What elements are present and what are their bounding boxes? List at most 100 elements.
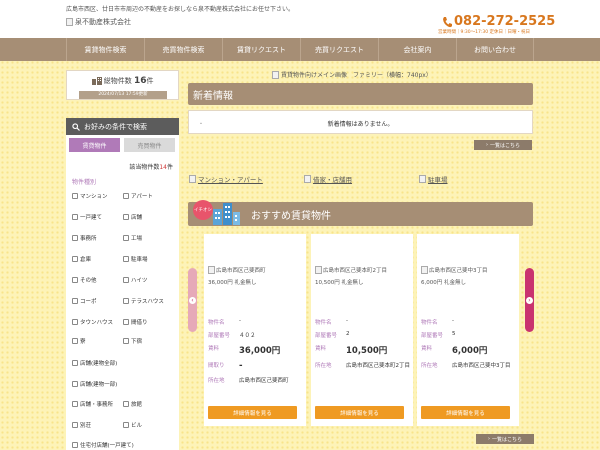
checkbox-label: タウンハウス xyxy=(80,320,114,326)
checkbox-town-house[interactable]: タウンハウス xyxy=(72,318,113,326)
checkbox-box[interactable] xyxy=(123,401,129,407)
checkbox-apartment[interactable]: アパート xyxy=(123,192,153,200)
detail-button[interactable]: 詳細情報を見る xyxy=(208,406,297,419)
value-rent: 10,500円 xyxy=(346,346,388,356)
logo[interactable]: 泉不動産株式会社 xyxy=(66,17,131,27)
checkbox-box[interactable] xyxy=(72,338,78,344)
checkbox-villa[interactable]: 別荘 xyxy=(72,421,91,429)
card-image[interactable]: 広島市西区己斐西町 xyxy=(208,266,266,274)
label-layout: 間取り xyxy=(208,363,225,369)
label-room: 部屋番号 xyxy=(421,333,444,339)
recommend-more-button[interactable]: › 一覧はこちら xyxy=(476,434,534,444)
checkbox-box[interactable] xyxy=(72,422,78,428)
checkbox-box[interactable] xyxy=(72,319,78,325)
value-name: - xyxy=(452,318,454,324)
link-mansion-apartment[interactable]: マンション・アパート xyxy=(189,174,263,184)
checkbox-box[interactable] xyxy=(72,442,78,448)
checkbox-box[interactable] xyxy=(72,214,78,220)
checkbox-label: コーポ xyxy=(80,299,97,305)
checkbox-factory[interactable]: 工場 xyxy=(123,234,142,242)
nav-rent-search[interactable]: 賃貸物件検索 xyxy=(66,38,144,61)
link-parking[interactable]: 駐車場 xyxy=(419,174,448,184)
value-room: 5 xyxy=(452,331,456,337)
checkbox-shop-part[interactable]: 店舗(建物一部) xyxy=(72,380,117,388)
checkbox-room-rent[interactable]: 間借り xyxy=(123,318,148,326)
label-rent: 賃料 xyxy=(315,346,327,352)
tab-rent[interactable]: 賃貸物件 xyxy=(69,138,120,152)
checkbox-warehouse[interactable]: 倉庫 xyxy=(72,255,91,263)
checkbox-box[interactable] xyxy=(72,235,78,241)
checkbox-box[interactable] xyxy=(123,235,129,241)
checkbox-office[interactable]: 事務所 xyxy=(72,234,97,242)
checkbox-box[interactable] xyxy=(72,360,78,366)
checkbox-corpo[interactable]: コーポ xyxy=(72,297,97,305)
label-name: 物件名 xyxy=(208,320,225,326)
checkbox-house-shop[interactable]: 住宅付店舗(一戸建て) xyxy=(72,441,134,449)
nav-contact[interactable]: お問い合わせ xyxy=(456,38,534,61)
card-image[interactable]: 広島市西区己斐本町2丁目 xyxy=(315,266,387,274)
chevron-right-icon: › xyxy=(485,142,488,148)
checkbox-box[interactable] xyxy=(123,298,129,304)
checkbox-box[interactable] xyxy=(123,277,129,283)
checkbox-inn[interactable]: 旅館 xyxy=(123,400,142,408)
value-name: - xyxy=(239,318,241,324)
card-subtitle: 6,000円 礼金無し xyxy=(421,280,466,286)
search-icon xyxy=(72,122,80,131)
checkbox-other[interactable]: その他 xyxy=(72,276,97,284)
checkbox-shop[interactable]: 店舗 xyxy=(123,213,142,221)
checkbox-mansion[interactable]: マンション xyxy=(72,192,108,200)
value-layout: - xyxy=(239,361,243,371)
checkbox-box[interactable] xyxy=(72,381,78,387)
card-image[interactable]: 広島市西区己斐中3丁目 xyxy=(421,266,488,274)
checkbox-box[interactable] xyxy=(72,277,78,283)
card-image-alt: 広島市西区己斐中3丁目 xyxy=(429,268,488,274)
detail-button[interactable]: 詳細情報を見る xyxy=(315,406,404,419)
checkbox-shop-office[interactable]: 店舗・事務所 xyxy=(72,400,113,408)
carousel-prev-button[interactable]: ‹ xyxy=(188,268,197,332)
catlink-label: 借家・店舗用 xyxy=(313,176,352,184)
checkbox-parking[interactable]: 駐車場 xyxy=(123,255,148,263)
detail-button[interactable]: 詳細情報を見る xyxy=(421,406,510,419)
value-address: 広島市西区己斐西町 xyxy=(239,378,289,384)
checkbox-label: 店舗 xyxy=(131,215,143,221)
checkbox-box[interactable] xyxy=(72,401,78,407)
checkbox-box[interactable] xyxy=(123,338,129,344)
broken-image-icon xyxy=(421,266,428,274)
checkbox-building[interactable]: ビル xyxy=(123,421,142,429)
checkbox-shop-whole[interactable]: 店舗(建物全部) xyxy=(72,359,117,367)
checkbox-box[interactable] xyxy=(72,298,78,304)
checkbox-dorm[interactable]: 寮 xyxy=(72,337,86,345)
checkbox-house[interactable]: 一戸建て xyxy=(72,213,102,221)
checkbox-label: 駐車場 xyxy=(131,257,148,263)
checkbox-box[interactable] xyxy=(123,214,129,220)
phone-number[interactable]: 082-272-2525 xyxy=(442,14,555,29)
broken-image-icon xyxy=(189,175,196,183)
checkbox-box[interactable] xyxy=(72,193,78,199)
checkbox-heights[interactable]: ハイツ xyxy=(123,276,147,284)
checkbox-box[interactable] xyxy=(72,256,78,262)
nav-sale-request[interactable]: 売買リクエスト xyxy=(300,38,378,61)
checkbox-boarding[interactable]: 下宿 xyxy=(123,337,142,345)
checkbox-box[interactable] xyxy=(123,193,129,199)
nav-rent-request[interactable]: 賃貸リクエスト xyxy=(222,38,300,61)
phone-icon xyxy=(443,16,452,27)
broken-image-icon xyxy=(66,18,73,26)
checkbox-box[interactable] xyxy=(123,319,129,325)
nav-sale-search[interactable]: 売買物件検索 xyxy=(144,38,222,61)
checkbox-label: アパート xyxy=(131,194,153,200)
checkbox-terrace-house[interactable]: テラスハウス xyxy=(123,297,164,305)
pickup-badge: イチオシ xyxy=(193,200,213,220)
carousel-next-button[interactable]: › xyxy=(525,268,534,332)
checkbox-box[interactable] xyxy=(123,422,129,428)
property-card[interactable]: 広島市西区己斐本町2丁目 10,500円 礼金無し 物件名 - 部屋番号 2 賃料 1… xyxy=(311,234,413,426)
property-card[interactable]: 広島市西区己斐西町 36,000円 礼金無し 物件名 - 部屋番号 ４０２ 賃料 36… xyxy=(204,234,306,426)
checkbox-box[interactable] xyxy=(123,256,129,262)
checkbox-label: 店舗・事務所 xyxy=(80,402,114,408)
news-more-button[interactable]: › 一覧はこちら xyxy=(474,140,532,150)
broken-image-icon xyxy=(315,266,322,274)
property-card[interactable]: 広島市西区己斐中3丁目 6,000円 礼金無し 物件名 - 部屋番号 5 賃料 6,0… xyxy=(417,234,519,426)
tab-sale[interactable]: 売買物件 xyxy=(124,138,175,152)
nav-company[interactable]: 会社案内 xyxy=(378,38,456,61)
card-subtitle: 10,500円 礼金無し xyxy=(315,280,364,286)
link-house-shop[interactable]: 借家・店舗用 xyxy=(304,174,352,184)
